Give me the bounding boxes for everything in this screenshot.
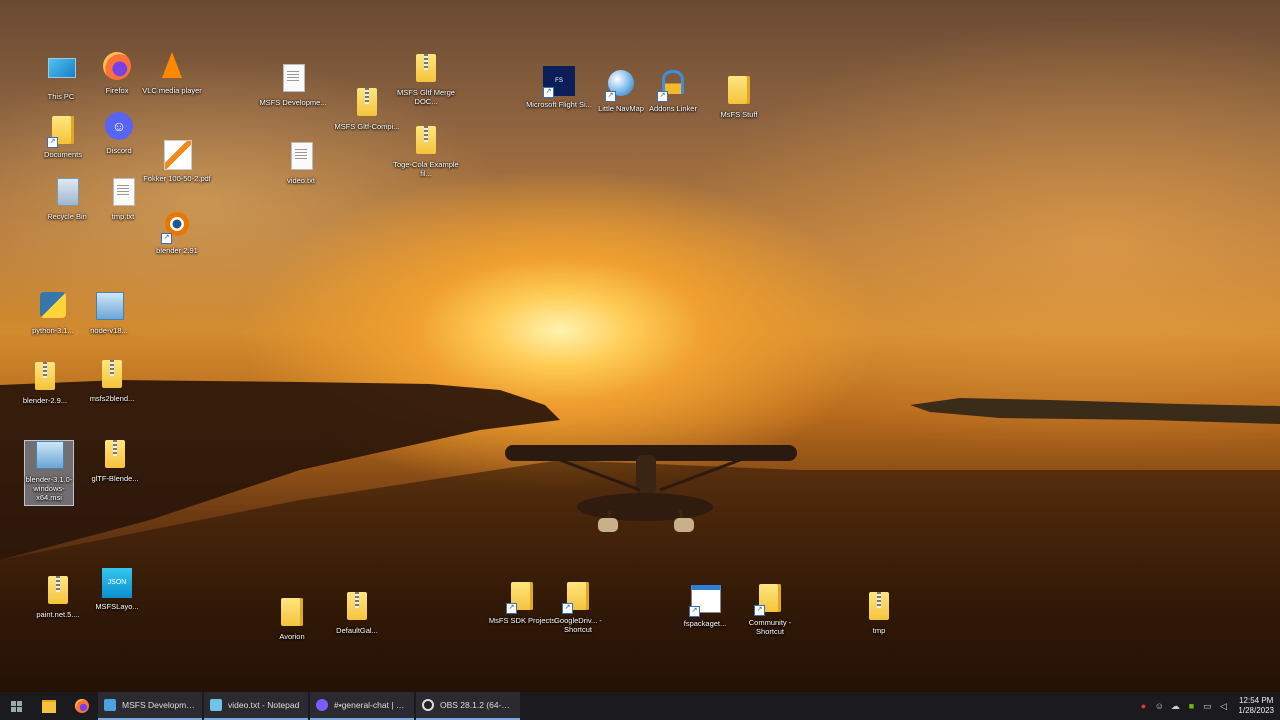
msfs-shortcut[interactable]: FS ↗ Microsoft Flight Si... [524, 66, 594, 109]
addons-linker-shortcut[interactable]: ↗ Addons Linker [638, 70, 708, 113]
installer-icon [93, 292, 125, 324]
taskbar-app-obs[interactable]: OBS 28.1.2 (64-bit, ... [416, 692, 520, 720]
json-file-icon: JSON [101, 568, 133, 600]
zip-folder-icon [99, 440, 131, 472]
volume-icon[interactable]: ◁ [1218, 701, 1228, 711]
blender-msi-installer[interactable]: blender-3.1.0-windows-x64.msi [24, 440, 74, 506]
msfs-development-doc[interactable]: MSFS Developme... [258, 64, 328, 107]
folder-icon: ↗ [562, 582, 594, 614]
clock[interactable]: 12:54 PM 1/28/2023 [1238, 696, 1274, 716]
discord-icon [316, 699, 328, 711]
zip-folder-icon [42, 576, 74, 608]
pdf-icon [161, 140, 193, 172]
folder-icon: ↗ [506, 582, 538, 614]
folder-icon: ↗ [754, 584, 786, 616]
avorion-folder[interactable]: Avorion [257, 598, 327, 641]
msfs-stuff-folder[interactable]: MsFS Stuff [704, 76, 774, 119]
blender-shortcut[interactable]: ↗ blender 2.91 [142, 210, 212, 255]
text-file-icon [285, 142, 317, 174]
msfs2blend-zip[interactable]: msfs2blend... [77, 360, 147, 403]
vlc-shortcut[interactable]: VLC media player [137, 52, 207, 95]
file-explorer-button[interactable] [32, 692, 66, 720]
windows-icon [10, 700, 22, 712]
monitor-icon [45, 58, 77, 90]
firefox-taskbar-button[interactable] [66, 692, 98, 720]
app-window-icon: ↗ [689, 585, 721, 617]
toge-cola-zip[interactable]: Toge-Cola Example fil... [391, 126, 461, 178]
recycle-bin-icon [51, 178, 83, 210]
vlc-cone-icon [156, 52, 188, 84]
linker-icon: ↗ [657, 70, 689, 102]
googledrive-shortcut[interactable]: ↗ GoogleDriv... - Shortcut [543, 582, 613, 634]
clock-time: 12:54 PM [1239, 696, 1274, 705]
msfs-gltf-merge-zip[interactable]: MSFS Gltf Merge DOC... [391, 54, 461, 106]
zip-folder-icon [341, 592, 373, 624]
notepad-icon [210, 699, 222, 711]
discord-icon: ☺ [103, 112, 135, 144]
taskbar: MSFS Development... video.txt - Notepad … [0, 692, 1280, 720]
start-button[interactable] [0, 692, 32, 720]
folder-icon [42, 699, 56, 713]
system-tray: ● ☺ ☁ ■ ▭ ◁ 12:54 PM 1/28/2023 [1138, 692, 1274, 720]
text-file-icon [107, 178, 139, 210]
community-shortcut[interactable]: ↗ Community - Shortcut [735, 584, 805, 636]
cloud-icon[interactable]: ☁ [1170, 701, 1180, 711]
clock-date: 1/28/2023 [1238, 706, 1274, 715]
zip-folder-icon [96, 360, 128, 392]
node-installer[interactable]: node-v18... [74, 292, 144, 335]
blender-icon: ↗ [161, 212, 193, 244]
globe-icon: ↗ [605, 70, 637, 102]
nvidia-icon[interactable]: ■ [1186, 701, 1196, 711]
defaultgal-zip[interactable]: DefaultGal... [322, 592, 392, 635]
flight-simulator-icon: FS ↗ [543, 66, 575, 98]
fspackagetool-shortcut[interactable]: ↗ fspackaget... [670, 582, 740, 628]
taskbar-app-notepad[interactable]: video.txt - Notepad [204, 692, 308, 720]
zip-folder-icon [410, 54, 442, 86]
zip-folder-icon [863, 592, 895, 624]
msfslayout-json[interactable]: JSON MSFSLayo... [82, 568, 152, 611]
installer-icon [33, 441, 65, 473]
taskbar-app-msfs-development[interactable]: MSFS Development... [98, 692, 202, 720]
text-file-icon [277, 64, 309, 96]
desktop-wallpaper: This PC Firefox VLC media player ↗ Docum… [0, 0, 1280, 692]
folder-icon [723, 76, 755, 108]
documents-folder-icon: ↗ [47, 116, 79, 148]
network-icon[interactable]: ▭ [1202, 701, 1212, 711]
obs-icon [422, 699, 434, 711]
taskbar-app-discord[interactable]: #•general-chat | B... [310, 692, 414, 720]
record-icon[interactable]: ● [1138, 701, 1148, 711]
blender-29-zip[interactable]: blender-2.9... [10, 362, 80, 405]
gltf-blender-zip[interactable]: glTF-Blende... [80, 440, 150, 483]
zip-folder-icon [410, 126, 442, 158]
firefox-icon [75, 699, 89, 713]
firefox-icon [101, 52, 133, 84]
tmp-zip[interactable]: tmp [844, 592, 914, 635]
zip-folder-icon [29, 362, 61, 394]
video-txt-file[interactable]: video.txt [266, 142, 336, 185]
document-app-icon [104, 699, 116, 711]
python-icon [37, 292, 69, 324]
discord-tray-icon[interactable]: ☺ [1154, 701, 1164, 711]
folder-icon [276, 598, 308, 630]
fokker-pdf[interactable]: Fokker 100-50-2.pdf [142, 140, 212, 183]
zip-folder-icon [351, 88, 383, 120]
